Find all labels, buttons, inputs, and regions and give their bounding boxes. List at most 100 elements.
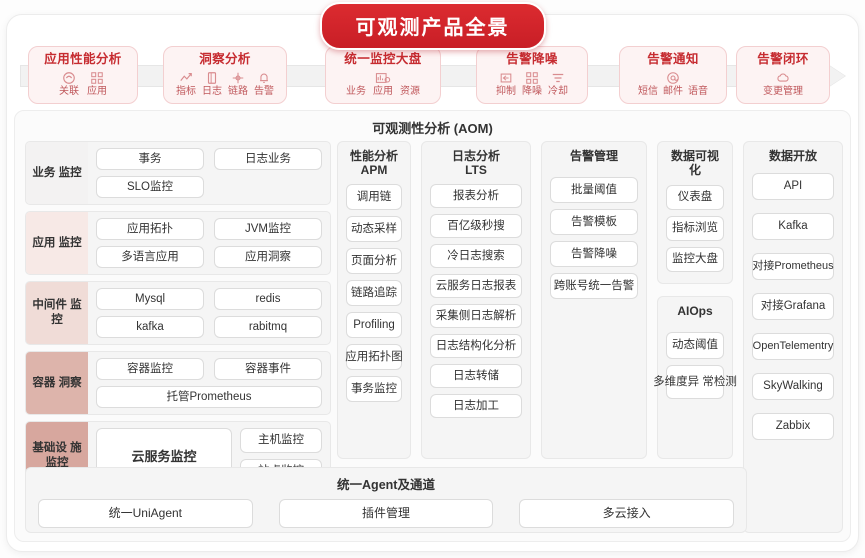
stage-title: 统一监控大盘 (344, 52, 422, 66)
column-title: 性能分析 APM (349, 149, 398, 177)
chip[interactable]: JVM监控 (214, 218, 322, 240)
stage-title: 告警降噪 (506, 52, 558, 66)
link-circle-icon (59, 70, 79, 85)
chip[interactable]: 容器监控 (96, 358, 204, 380)
stage-title: 告警通知 (647, 52, 699, 66)
chip[interactable]: 多云接入 (519, 499, 735, 528)
chip[interactable]: 对接Prometheus (752, 253, 834, 280)
column-data-openness: 数据开放 API Kafka 对接Prometheus 对接Grafana Op… (743, 141, 843, 533)
chip[interactable]: API (752, 173, 834, 200)
chip[interactable]: Kafka (752, 213, 834, 240)
chip[interactable]: 日志转储 (430, 364, 522, 388)
chip[interactable]: 跨账号统一告警 (550, 273, 638, 299)
flow-stage-insight-analysis[interactable]: 洞察分析 指标 日志 链路 告警 (163, 46, 287, 104)
chip[interactable]: 应用拓扑 (96, 218, 204, 240)
stage-item-label: 应用 (87, 86, 107, 97)
monitoring-rows-stack: 业务 监控 事务 日志业务 SLO监控 应用 监控 应用拓扑 JVM监控 多语言… (25, 141, 331, 497)
trend-up-icon (176, 70, 196, 85)
page-title: 可观测产品全景 (319, 2, 546, 50)
chip[interactable]: 对接Grafana (752, 293, 834, 320)
chip[interactable]: 采集侧日志解析 (430, 304, 522, 328)
chip[interactable]: SkyWalking (752, 373, 834, 400)
chip[interactable]: 日志业务 (214, 148, 322, 170)
stage-item-label: 变更管理 (763, 86, 803, 97)
column-aiops: AIOps 动态阈值 多维度异 常检测 (653, 296, 737, 459)
column-data-visualization: 数据可视化 仪表盘 指标浏览 监控大盘 (657, 141, 733, 284)
dashboard-icon (332, 70, 434, 85)
stage-items: 抑制 降噪 冷却 (483, 70, 581, 98)
chip[interactable]: 告警降噪 (550, 241, 638, 267)
flow-stage-alarm-closed-loop[interactable]: 告警闭环 变更管理 (736, 46, 830, 104)
cloud-icon (743, 70, 823, 85)
stage-item-label: 链路 (228, 86, 248, 97)
chip[interactable]: 事务 (96, 148, 204, 170)
chip[interactable]: 事务监控 (346, 376, 402, 402)
column-title: 日志分析 LTS (451, 149, 500, 177)
stage-item-label: 告警 (254, 86, 274, 97)
chip[interactable]: OpenTelementry (752, 333, 834, 360)
chip[interactable]: 统一UniAgent (38, 499, 253, 528)
chip[interactable]: 调用链 (346, 184, 402, 210)
chip[interactable]: redis (214, 288, 322, 310)
chip[interactable]: 告警模板 (550, 209, 638, 235)
chip[interactable]: 页面分析 (346, 248, 402, 274)
chip[interactable]: 指标浏览 (666, 216, 724, 241)
monitoring-row-chips: 应用拓扑 JVM监控 多语言应用 应用洞察 (88, 212, 330, 274)
chip[interactable]: 批量阈值 (550, 177, 638, 203)
chip[interactable]: Mysql (96, 288, 204, 310)
stage-item-label: 降噪 (522, 86, 542, 97)
chip[interactable]: 应用洞察 (214, 246, 322, 268)
stage-item[interactable]: 降噪 (522, 70, 542, 98)
chip[interactable]: rabitmq (214, 316, 322, 338)
monitoring-row-business: 业务 监控 事务 日志业务 SLO监控 (25, 141, 331, 205)
chip[interactable]: Profiling (346, 312, 402, 338)
column-alarm-management: 告警管理 批量阈值 告警模板 告警降噪 跨账号统一告警 (541, 141, 647, 459)
chip[interactable]: 动态阈值 (666, 332, 724, 359)
stage-item-label: 冷却 (548, 86, 568, 97)
stage-item[interactable]: 指标 (176, 70, 196, 98)
stage-items: 变更管理 (743, 70, 823, 98)
chip[interactable]: 容器事件 (214, 358, 322, 380)
stage-item[interactable]: 关联 (59, 70, 79, 98)
chip[interactable]: 百亿级秒搜 (430, 214, 522, 238)
chip[interactable]: Zabbix (752, 413, 834, 440)
flow-stage-app-performance[interactable]: 应用性能分析 关联 应用 (28, 46, 138, 104)
flow-stage-unified-dashboard[interactable]: 统一监控大盘 业务 应用 资源 (325, 46, 441, 104)
column-title: 告警管理 (569, 149, 618, 163)
stage-item[interactable]: 日志 (202, 70, 222, 98)
stage-item[interactable]: 抑制 (496, 70, 516, 98)
chip[interactable]: 托管Prometheus (96, 386, 322, 408)
flow-stage-alarm-notify[interactable]: 告警通知 短信 邮件 语音 (619, 46, 727, 104)
aom-title: 可观测性分析 (AOM) (372, 121, 493, 136)
column-title: AIOps (677, 304, 713, 318)
chip[interactable]: 动态采样 (346, 216, 402, 242)
stage-title: 洞察分析 (199, 52, 251, 66)
chip[interactable]: 多语言应用 (96, 246, 204, 268)
flow-stage-alarm-denoise[interactable]: 告警降噪 抑制 降噪 冷却 (476, 46, 588, 104)
stage-item[interactable]: 应用 (87, 70, 107, 98)
stage-item-labels: 业务 应用 资源 (332, 85, 434, 98)
chip[interactable]: 主机监控 (240, 428, 322, 453)
chip[interactable]: 日志加工 (430, 394, 522, 418)
chip[interactable]: 仪表盘 (666, 185, 724, 210)
unified-agent-panel: 统一Agent及通道 统一UniAgent 插件管理 多云接入 (25, 467, 747, 533)
chip[interactable]: 多维度异 常检测 (653, 365, 737, 399)
monitoring-row-label: 应用 监控 (26, 212, 88, 274)
stage-item[interactable]: 冷却 (548, 70, 568, 98)
agent-panel-title: 统一Agent及通道 (337, 478, 435, 492)
stage-items: 关联 应用 (35, 70, 131, 98)
chip[interactable]: 插件管理 (278, 499, 494, 528)
chip[interactable]: 应用拓扑图 (345, 344, 403, 370)
stage-item[interactable]: 告警 (254, 70, 274, 98)
chip[interactable]: kafka (96, 316, 204, 338)
chip[interactable]: 链路追踪 (346, 280, 402, 306)
chip[interactable]: 报表分析 (430, 184, 522, 208)
chip[interactable]: 日志结构化分析 (430, 334, 522, 358)
suppress-icon (496, 70, 516, 85)
stage-item[interactable]: 链路 (228, 70, 248, 98)
chip[interactable]: 监控大盘 (666, 247, 724, 272)
chip[interactable]: 云服务日志报表 (430, 274, 522, 298)
stage-item-label: 日志 (202, 86, 222, 97)
chip[interactable]: 冷日志搜索 (430, 244, 522, 268)
chip[interactable]: SLO监控 (96, 176, 204, 198)
